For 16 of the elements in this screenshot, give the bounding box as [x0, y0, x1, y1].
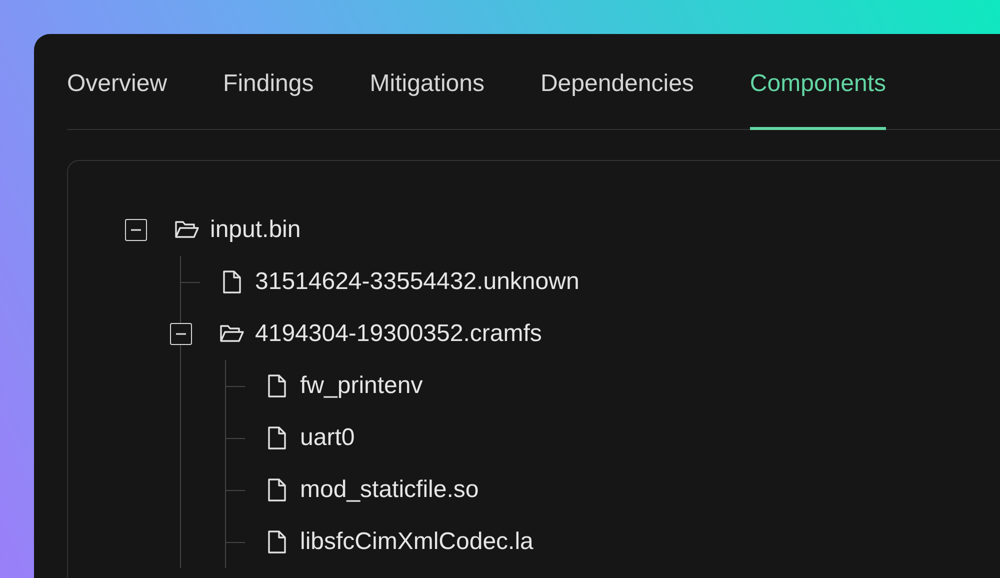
tree-item[interactable]: input.bin	[210, 216, 301, 244]
tree-item[interactable]: libsfcCimXmlCodec.la	[300, 528, 534, 556]
tree-item[interactable]: uart0	[300, 424, 355, 452]
folder-icon	[174, 219, 200, 241]
tab[interactable]: Components	[750, 34, 886, 130]
collapse-toggle[interactable]	[170, 323, 192, 345]
folder-icon	[219, 323, 245, 345]
tree-item[interactable]: 31514624-33554432.unknown	[255, 268, 580, 296]
tab[interactable]: Overview	[67, 34, 168, 130]
tree-item[interactable]: fw_printenv	[300, 372, 423, 400]
tree-item[interactable]: 4194304-19300352.cramfs	[255, 320, 542, 348]
collapse-toggle[interactable]	[125, 219, 147, 241]
tab[interactable]: Dependencies	[540, 34, 694, 130]
tab[interactable]: Mitigations	[370, 34, 484, 130]
tree-item[interactable]: mod_staticfile.so	[300, 476, 479, 504]
tab[interactable]: Findings	[223, 34, 314, 130]
